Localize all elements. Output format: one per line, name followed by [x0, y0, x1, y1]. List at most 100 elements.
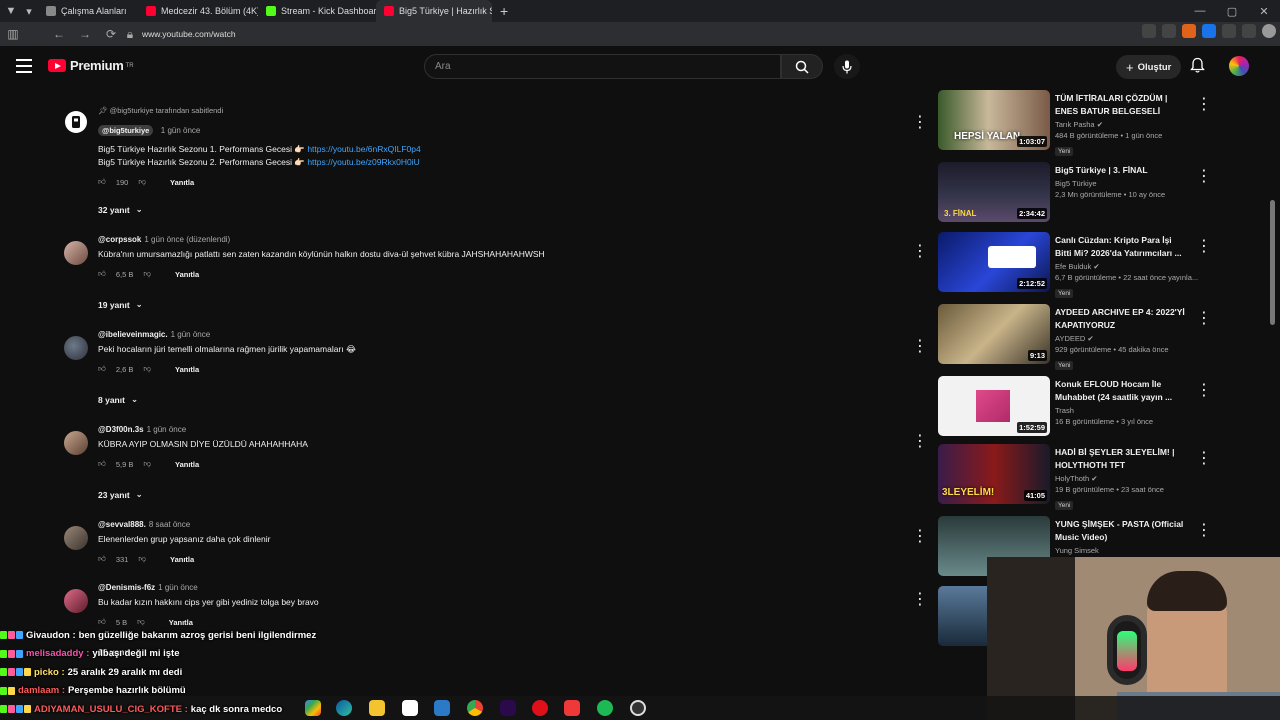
more-options-icon[interactable]: ⋮ — [912, 336, 928, 356]
forward-button[interactable]: → — [72, 27, 98, 41]
video-card[interactable]: 3. FİNAL 2:34:42 Big5 Türkiye | 3. FİNAL… — [938, 162, 1213, 226]
replies-toggle[interactable]: 19 yanıt ⌄ — [98, 299, 143, 310]
extension-icon[interactable] — [1202, 24, 1216, 38]
create-button[interactable]: + Oluştur — [1116, 55, 1182, 79]
video-title[interactable]: AYDEED ARCHIVE EP 4: 2022'Yİ KAPATIYORUZ — [1055, 306, 1190, 332]
video-thumbnail[interactable]: 2:12:52 — [938, 232, 1050, 292]
video-channel[interactable]: Trash — [1055, 406, 1190, 415]
browser-tab-workspaces[interactable]: Çalışma Alanları — [38, 0, 138, 22]
opera-icon[interactable] — [532, 700, 548, 716]
replies-toggle[interactable]: 32 yanıt ⌄ — [98, 204, 143, 215]
dislike-button[interactable]: 👎︎ — [143, 364, 151, 374]
chrome-icon[interactable] — [467, 700, 483, 716]
video-channel[interactable]: Big5 Türkiye — [1055, 179, 1190, 188]
premiere-icon[interactable] — [500, 700, 516, 716]
notifications-button[interactable] — [1190, 57, 1205, 79]
video-channel[interactable]: AYDEED ✔ — [1055, 334, 1190, 343]
comment-time[interactable]: 1 gün önce (düzenlendi) — [144, 235, 230, 244]
comment-time[interactable]: 1 gün önce — [171, 330, 211, 339]
reply-button[interactable]: Yanıtla — [175, 460, 199, 469]
avatar[interactable] — [64, 241, 88, 265]
browser-tab-medcezir[interactable]: Medcezir 43. Bölüm (4K) - Yi — [138, 0, 258, 22]
more-options-icon[interactable]: ⋮ — [1196, 308, 1212, 328]
more-options-icon[interactable]: ⋮ — [1196, 236, 1212, 256]
close-window-button[interactable]: ✕ — [1248, 5, 1280, 18]
like-button[interactable]: 👍︎ — [98, 177, 106, 187]
video-channel[interactable]: Efe Bulduk ✔ — [1055, 262, 1190, 271]
video-thumbnail[interactable]: 3LEYELİM! 41:05 — [938, 444, 1050, 504]
dislike-button[interactable]: 👎︎ — [143, 269, 151, 279]
video-title[interactable]: Canlı Cüzdan: Kripto Para İşi Bitti Mi? … — [1055, 234, 1190, 260]
back-button[interactable]: ← — [46, 27, 72, 41]
video-card[interactable]: HEPSİ YALAN 1:03:07 TÜM İFTİRALARI ÇÖZDÜ… — [938, 90, 1213, 156]
more-options-icon[interactable]: ⋮ — [912, 241, 928, 261]
comment-author[interactable]: @Denismis-f6z — [98, 583, 155, 592]
tab-overview-icon[interactable]: ▾ — [20, 2, 38, 20]
url-field[interactable]: www.youtube.com/watch — [142, 29, 236, 39]
comment-time[interactable]: 1 gün önce — [161, 126, 201, 135]
spotify-icon[interactable] — [597, 700, 613, 716]
avatar[interactable] — [64, 431, 88, 455]
search-button[interactable] — [781, 54, 823, 79]
video-card[interactable]: 3LEYELİM! 41:05 HADİ Bİ ŞEYLER 3LEYELİM!… — [938, 444, 1213, 510]
replies-toggle[interactable]: 23 yanıt ⌄ — [98, 489, 143, 500]
comment-author[interactable]: @sevval888. — [98, 520, 146, 529]
video-card[interactable]: 1:52:59 Konuk EFLOUD Hocam İle Muhabbet … — [938, 376, 1213, 440]
video-title[interactable]: TÜM İFTİRALARI ÇÖZDÜM | ENES BATUR BELGE… — [1055, 92, 1190, 118]
video-title[interactable]: HADİ Bİ ŞEYLER 3LEYELİM! | HOLYTHOTH TFT — [1055, 446, 1190, 472]
bookmark-icon[interactable] — [1162, 24, 1176, 38]
video-thumbnail[interactable]: HEPSİ YALAN 1:03:07 — [938, 90, 1050, 150]
profile-icon[interactable] — [1262, 24, 1276, 38]
new-tab-button[interactable]: + — [492, 3, 516, 19]
like-button[interactable]: 👍︎ — [98, 269, 106, 279]
comment-time[interactable]: 1 gün önce — [158, 583, 198, 592]
extensions-icon[interactable] — [1242, 24, 1256, 38]
more-options-icon[interactable]: ⋮ — [912, 431, 928, 451]
comment-time[interactable]: 8 saat önce — [149, 520, 190, 529]
dislike-button[interactable]: 👎︎ — [143, 459, 151, 469]
more-options-icon[interactable]: ⋮ — [1196, 448, 1212, 468]
youtube-logo[interactable]: Premium TR — [48, 58, 134, 73]
video-thumbnail[interactable]: 9:13 — [938, 304, 1050, 364]
search-input[interactable]: Ara — [424, 54, 781, 79]
more-options-icon[interactable]: ⋮ — [1196, 94, 1212, 114]
dislike-button[interactable]: 👎︎ — [138, 177, 146, 187]
video-title[interactable]: Konuk EFLOUD Hocam İle Muhabbet (24 saat… — [1055, 378, 1190, 404]
comment-author[interactable]: @D3f00n.3s — [98, 425, 144, 434]
comment-author[interactable]: @big5turkiye — [98, 125, 154, 136]
comment-link[interactable]: https://youtu.be/6nRxQILF0p4 — [307, 144, 420, 154]
video-thumbnail[interactable]: 3. FİNAL 2:34:42 — [938, 162, 1050, 222]
vivaldi-icon[interactable] — [564, 700, 580, 716]
browser-tab-kick[interactable]: Stream - Kick Dashboard — [258, 0, 376, 22]
more-options-icon[interactable]: ⋮ — [912, 526, 928, 546]
minimize-button[interactable]: — — [1184, 5, 1216, 17]
video-thumbnail[interactable]: 1:52:59 — [938, 376, 1050, 436]
like-button[interactable]: 👍︎ — [98, 554, 106, 564]
page-scrollbar[interactable] — [1270, 200, 1275, 325]
vpn-icon[interactable] — [1222, 24, 1236, 38]
reply-button[interactable]: Yanıtla — [175, 270, 199, 279]
browser-tab-big5[interactable]: Big5 Türkiye | Hazırlık Sezo — [376, 0, 492, 22]
extension-icon[interactable] — [1182, 24, 1196, 38]
more-options-icon[interactable]: ⋮ — [1196, 520, 1212, 540]
maximize-button[interactable]: ▢ — [1216, 5, 1248, 18]
video-channel[interactable]: Yung Simsek — [1055, 546, 1190, 555]
replies-toggle[interactable]: 8 yanıt ⌄ — [98, 394, 138, 405]
sidebar-toggle-icon[interactable]: ▥ — [0, 27, 26, 41]
account-avatar[interactable] — [1229, 56, 1249, 76]
translate-icon[interactable] — [1142, 24, 1156, 38]
more-options-icon[interactable]: ⋮ — [912, 589, 928, 609]
like-button[interactable]: 👍︎ — [98, 459, 106, 469]
video-card[interactable]: 9:13 AYDEED ARCHIVE EP 4: 2022'Yİ KAPATI… — [938, 304, 1213, 370]
comment-author[interactable]: @ibelieveinmagic. — [98, 330, 168, 339]
more-options-icon[interactable]: ⋮ — [1196, 380, 1212, 400]
more-options-icon[interactable]: ⋮ — [1196, 166, 1212, 186]
comment-time[interactable]: 1 gün önce — [147, 425, 187, 434]
avatar[interactable] — [64, 336, 88, 360]
comment-author[interactable]: @corpssok — [98, 235, 141, 244]
avatar[interactable] — [64, 589, 88, 613]
voice-search-button[interactable] — [834, 54, 860, 79]
video-card[interactable]: 2:12:52 Canlı Cüzdan: Kripto Para İşi Bi… — [938, 232, 1213, 298]
reload-button[interactable]: ⟳ — [98, 27, 124, 41]
reply-button[interactable]: Yanıtla — [170, 555, 194, 564]
